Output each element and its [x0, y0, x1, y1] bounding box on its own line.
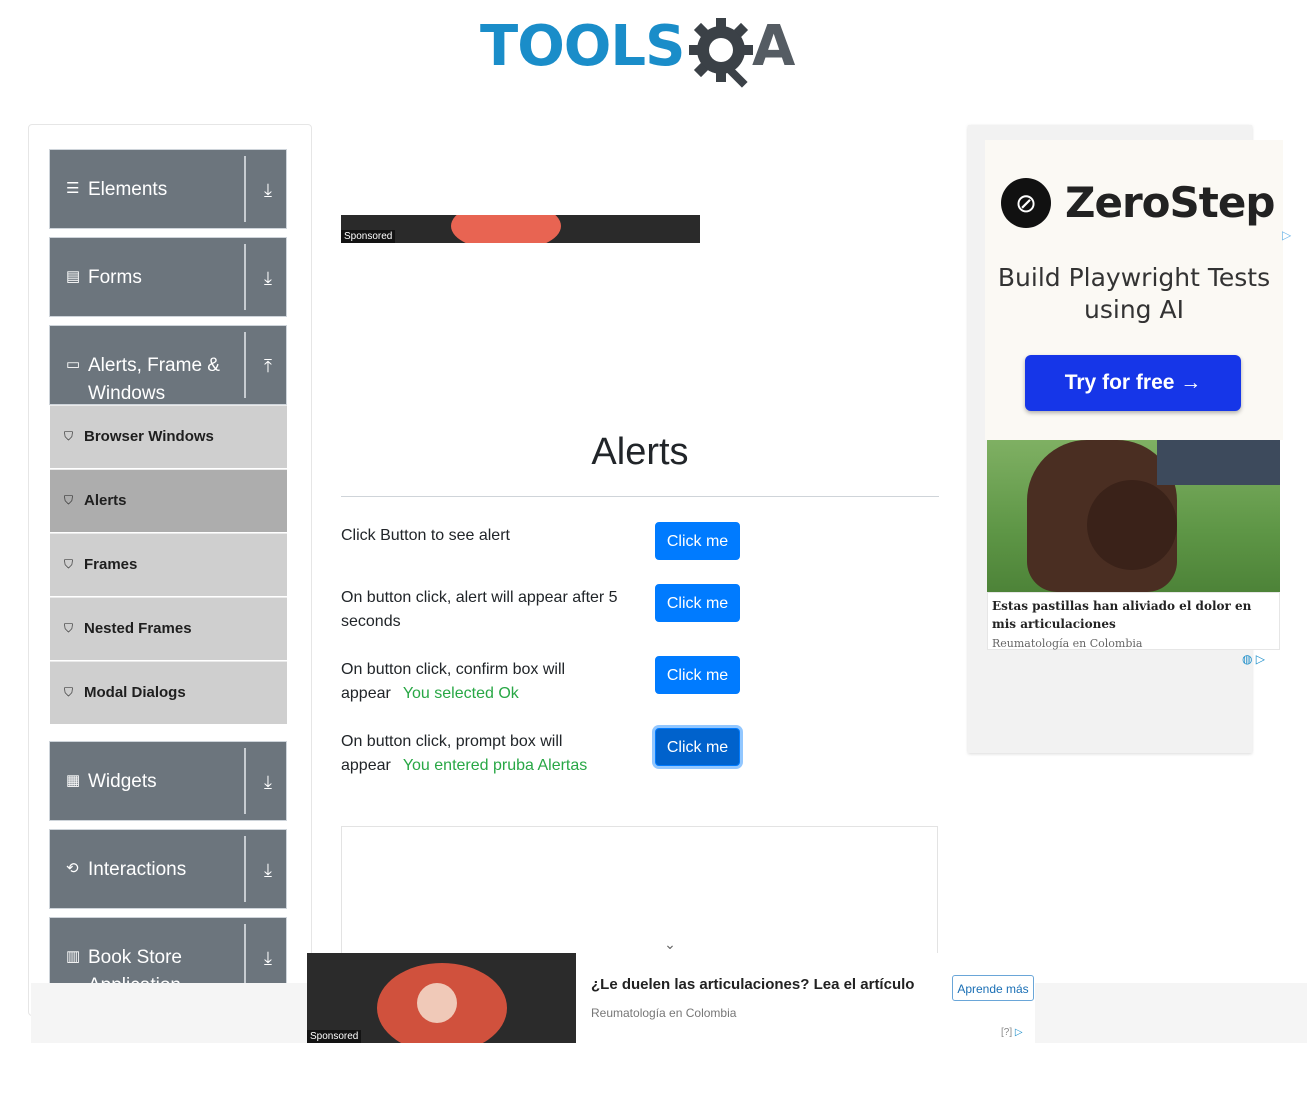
prompt-result: You entered pruba Alertas — [402, 757, 588, 774]
group-label: Alerts, Frame & Windows — [88, 355, 220, 404]
ad-info-label: [?] — [1001, 1027, 1013, 1038]
sidebar: ☰ Elements ⤓ ▤ Forms ⤓ ▭ Alerts, Frame &… — [28, 124, 312, 1016]
gear-magnifier-icon — [689, 18, 753, 88]
try-for-free-button[interactable]: Try for free → — [1025, 355, 1241, 411]
html5-icon: ⛉ — [64, 429, 74, 443]
interactions-icon: ⟲ — [66, 860, 79, 877]
prompt-row-text: On button click, prompt box will appear Y… — [341, 730, 631, 778]
zerostep-brand: ZeroStep — [1065, 178, 1275, 227]
group-elements[interactable]: ☰ Elements ⤓ — [49, 149, 287, 229]
upload-arrow-icon: ⤒ — [264, 356, 272, 376]
shorts-shape — [1157, 440, 1280, 485]
books-icon: ▥ — [66, 948, 81, 965]
confirm-result: You selected Ok — [402, 685, 519, 702]
group-widgets[interactable]: ▦ Widgets ⤓ — [49, 741, 287, 821]
group-label: Interactions — [88, 859, 187, 880]
sponsored-tag: Sponsored — [341, 230, 396, 243]
group-interactions[interactable]: ⟲ Interactions ⤓ — [49, 829, 287, 909]
logo-tools-text: TOOLS — [480, 14, 685, 79]
confirm-row-text: On button click, confirm box will appear… — [341, 658, 631, 706]
html5-icon: ⛉ — [64, 557, 74, 571]
bottom-ad-source: Reumatología en Colombia — [591, 1006, 737, 1020]
zerostep-logo-icon: ⊘ — [1001, 178, 1051, 228]
sponsored-banner[interactable]: Sponsored — [341, 215, 700, 243]
knee-pain-image[interactable] — [987, 440, 1280, 592]
html5-icon: ⛉ — [64, 621, 74, 635]
sidebar-item-label: Frames — [84, 556, 138, 573]
sidebar-item-browser-windows[interactable]: ⛉ Browser Windows — [50, 405, 287, 468]
adchoices-icon[interactable]: [?] ▷ — [1001, 1027, 1023, 1038]
bottom-ad-title[interactable]: ¿Le duelen las articulaciones? Lea el ar… — [591, 975, 914, 995]
alert-button[interactable]: Click me — [655, 522, 740, 560]
divider — [244, 156, 246, 222]
row-label: Click Button to see alert — [341, 527, 510, 544]
ad-container — [341, 826, 938, 966]
sidebar-item-frames[interactable]: ⛉ Frames — [50, 533, 287, 596]
download-arrow-icon: ⤓ — [264, 268, 272, 288]
bottom-ad-image: Sponsored — [307, 953, 576, 1043]
adchoices-icon[interactable]: ◍ ▷ — [1242, 652, 1282, 668]
chevron-down-icon[interactable]: ⌄ — [662, 936, 678, 952]
divider — [244, 244, 246, 310]
group-label: Forms — [88, 267, 142, 288]
prompt-button[interactable]: Click me — [655, 728, 740, 766]
toolsqa-logo[interactable]: TOOLS A — [480, 14, 810, 96]
row-label: On button click, alert will appear after… — [341, 589, 618, 630]
download-arrow-icon: ⤓ — [264, 860, 272, 880]
sidebar-item-nested-frames[interactable]: ⛉ Nested Frames — [50, 597, 287, 660]
ad-caption-source: Reumatología en Colombia — [992, 637, 1143, 650]
window-icon: ▭ — [66, 356, 81, 373]
zerostep-ad[interactable]: ⊘ ZeroStep Build Playwright Tests using … — [985, 140, 1283, 440]
widgets-icon: ▦ — [66, 772, 81, 789]
sidebar-item-label: Modal Dialogs — [84, 684, 186, 701]
ad-image — [451, 215, 561, 243]
sidebar-item-label: Nested Frames — [84, 620, 192, 637]
timer-alert-row-text: On button click, alert will appear after… — [341, 586, 631, 634]
group-label: Elements — [88, 179, 168, 200]
hand-shape — [1087, 480, 1177, 570]
html5-icon: ⛉ — [64, 493, 74, 507]
bottom-ad[interactable]: Sponsored ¿Le duelen las articulaciones?… — [307, 953, 1035, 1043]
ad-caption-title: Estas pastillas han aliviado el dolor en… — [992, 599, 1252, 631]
logo-a-text: A — [752, 14, 796, 79]
group-forms[interactable]: ▤ Forms ⤓ — [49, 237, 287, 317]
sidebar-item-label: Alerts — [84, 492, 127, 509]
zerostep-tagline: Build Playwright Tests using AI — [997, 263, 1271, 324]
learn-more-button[interactable]: Aprende más — [952, 975, 1034, 1001]
adchoices-icon[interactable]: ▷ — [1282, 228, 1291, 242]
sponsored-tag: Sponsored — [307, 1030, 362, 1043]
group-alerts-frame-windows[interactable]: ▭ Alerts, Frame & Windows ⤒ — [49, 325, 287, 405]
sidebar-item-modal-dialogs[interactable]: ⛉ Modal Dialogs — [50, 661, 287, 724]
divider — [244, 836, 246, 902]
divider — [341, 496, 939, 497]
menu-icon: ☰ — [66, 180, 80, 197]
divider — [244, 332, 246, 398]
divider — [244, 924, 246, 990]
document-icon: ▤ — [66, 268, 81, 285]
download-arrow-icon: ⤓ — [264, 948, 272, 968]
page-title: Alerts — [591, 431, 689, 473]
divider — [244, 748, 246, 814]
group-label: Widgets — [88, 771, 157, 792]
ad-caption[interactable]: Estas pastillas han aliviado el dolor en… — [987, 592, 1280, 650]
knee-bone — [417, 983, 457, 1023]
alert-row-text: Click Button to see alert — [341, 524, 631, 548]
download-arrow-icon: ⤓ — [264, 180, 272, 200]
sidebar-item-label: Browser Windows — [84, 428, 214, 445]
sidebar-item-alerts[interactable]: ⛉ Alerts — [50, 469, 287, 532]
html5-icon: ⛉ — [64, 685, 74, 699]
download-arrow-icon: ⤓ — [264, 772, 272, 792]
confirm-button[interactable]: Click me — [655, 656, 740, 694]
timer-alert-button[interactable]: Click me — [655, 584, 740, 622]
